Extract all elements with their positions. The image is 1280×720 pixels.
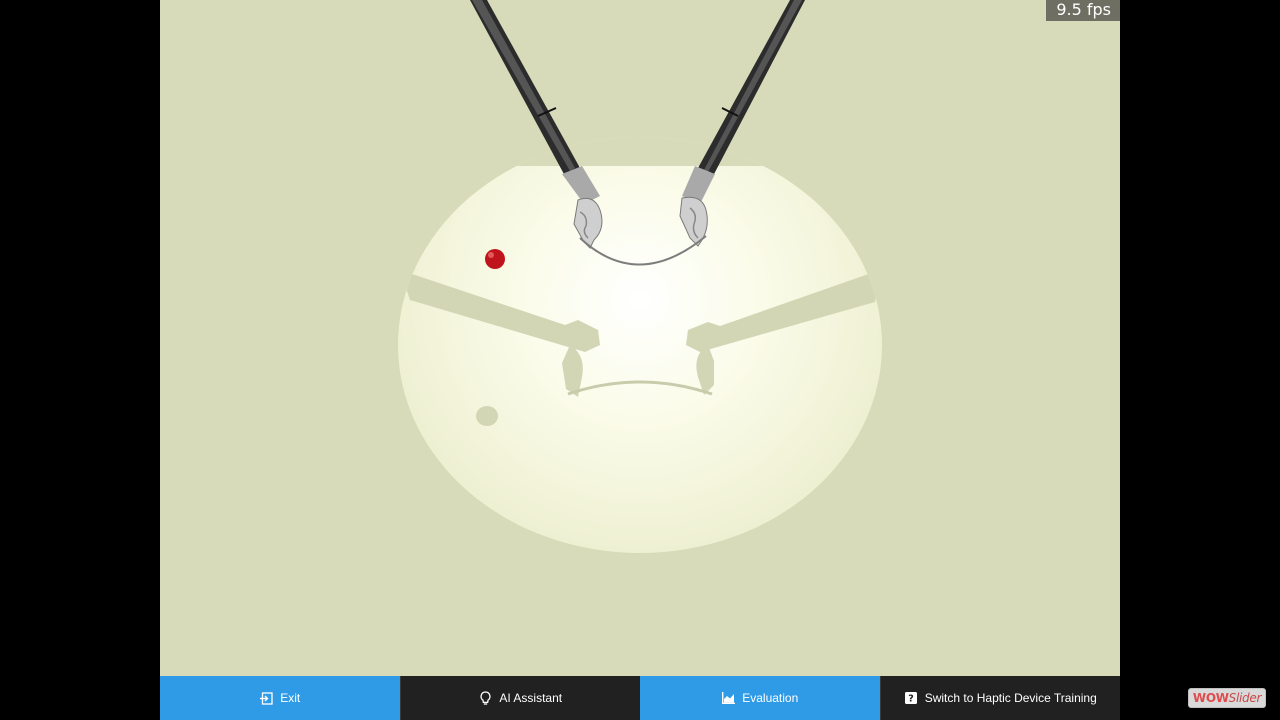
light-spot — [398, 137, 882, 553]
watermark-part2: Slider — [1228, 691, 1262, 705]
chart-icon — [721, 691, 735, 705]
ai-assistant-button[interactable]: AI Assistant — [399, 676, 640, 720]
svg-text:?: ? — [908, 694, 914, 704]
evaluation-button[interactable]: Evaluation — [640, 676, 880, 720]
lightbulb-icon — [478, 691, 492, 705]
fps-counter: 9.5 fps — [1046, 0, 1120, 21]
ai-assistant-label: AI Assistant — [499, 691, 563, 705]
exit-button[interactable]: Exit — [160, 676, 400, 720]
help-icon: ? — [904, 691, 918, 705]
switch-haptic-training-button[interactable]: ? Switch to Haptic Device Training — [879, 676, 1120, 720]
switch-haptic-training-label: Switch to Haptic Device Training — [924, 691, 1097, 705]
watermark-part1: WOW — [1192, 691, 1229, 705]
exit-button-label: Exit — [280, 691, 301, 705]
exit-icon — [259, 691, 273, 705]
simulation-viewport[interactable]: 9.5 fps — [160, 0, 1120, 676]
wowslider-watermark[interactable]: WOW Slider — [1188, 688, 1266, 708]
evaluation-label: Evaluation — [742, 691, 799, 705]
target-marker[interactable] — [485, 249, 505, 269]
surgical-scene — [398, 0, 882, 553]
bottom-toolbar: Exit AI Assistant Evaluation ? Switch to… — [160, 676, 1120, 720]
